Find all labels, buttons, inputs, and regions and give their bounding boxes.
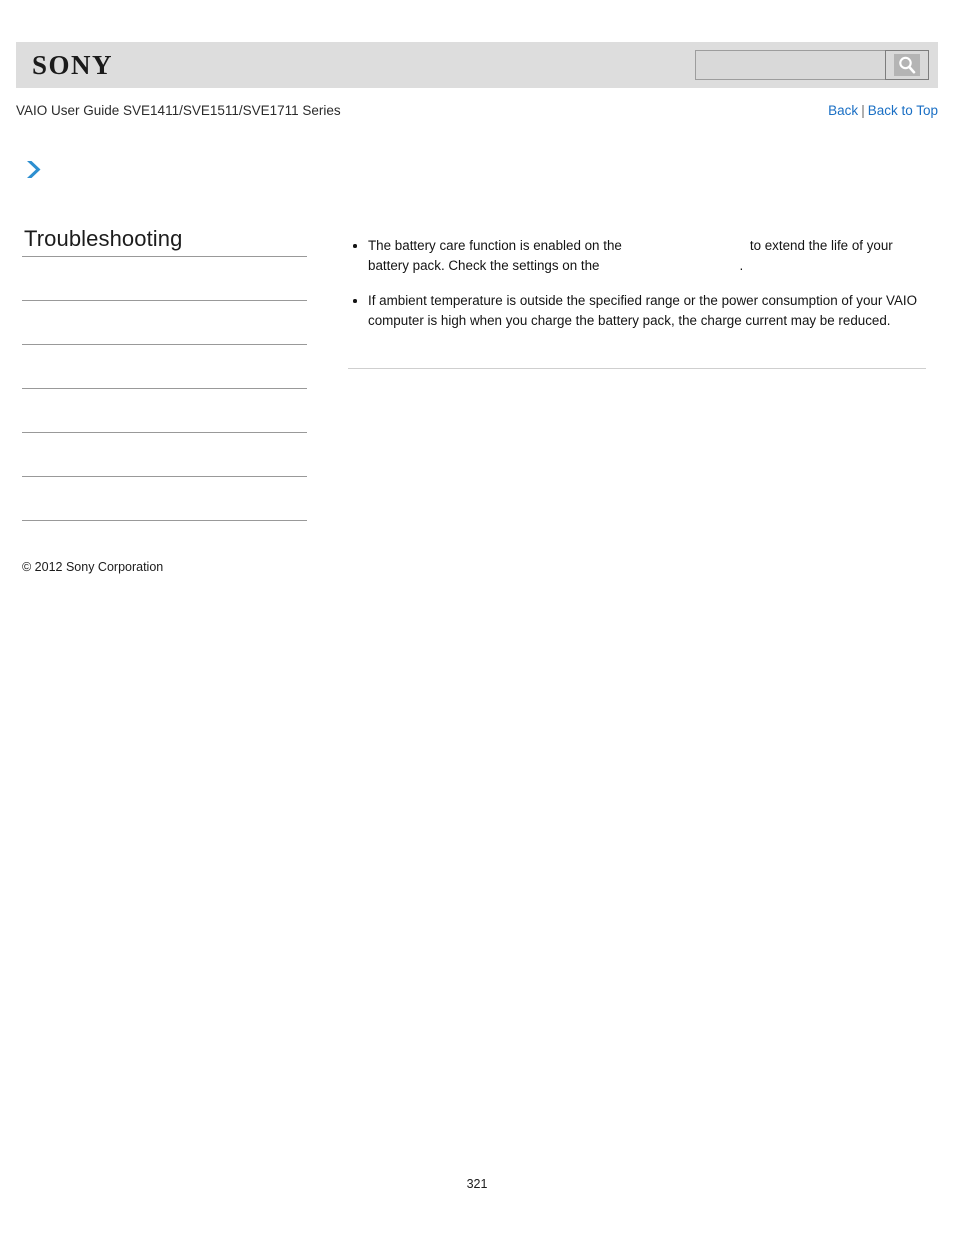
double-chevron-right-icon[interactable] — [24, 158, 46, 182]
sidebar-item[interactable] — [22, 389, 307, 433]
list-item: The battery care function is enabled on … — [348, 236, 926, 276]
sidebar-item[interactable] — [22, 433, 307, 477]
page-title: Troubleshooting — [24, 226, 183, 251]
nav-separator: | — [861, 103, 865, 118]
search-input[interactable] — [695, 50, 885, 80]
search-area — [695, 50, 929, 80]
list-item: If ambient temperature is outside the sp… — [348, 291, 926, 331]
sidebar-item[interactable] — [22, 301, 307, 345]
bullet-text-part-3: . — [739, 258, 744, 273]
troubleshooting-bullet-list: The battery care function is enabled on … — [348, 236, 926, 331]
sidebar-nav-list — [22, 257, 307, 521]
subheader: VAIO User Guide SVE1411/SVE1511/SVE1711 … — [16, 101, 938, 121]
bullet-text-part-1: The battery care function is enabled on … — [368, 238, 622, 253]
site-header: SONY — [16, 42, 938, 88]
search-icon — [894, 54, 920, 76]
copyright-notice: © 2012 Sony Corporation — [22, 560, 164, 574]
header-nav-links: Back | Back to Top — [828, 101, 938, 120]
back-link[interactable]: Back — [828, 103, 858, 118]
back-to-top-link[interactable]: Back to Top — [868, 103, 938, 118]
sidebar-title-block: Troubleshooting — [22, 226, 307, 257]
search-button[interactable] — [885, 50, 929, 80]
main-content: The battery care function is enabled on … — [348, 236, 926, 331]
sidebar: Troubleshooting — [22, 158, 308, 521]
sony-logo: SONY — [32, 50, 114, 80]
guide-title: VAIO User Guide SVE1411/SVE1511/SVE1711 … — [16, 103, 341, 118]
content-divider — [348, 368, 926, 369]
page-number: 321 — [466, 1177, 488, 1191]
sidebar-item[interactable] — [22, 477, 307, 521]
sidebar-item[interactable] — [22, 345, 307, 389]
sidebar-item[interactable] — [22, 257, 307, 301]
